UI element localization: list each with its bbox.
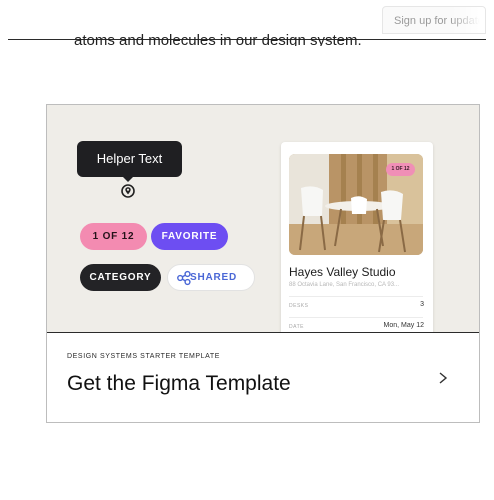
- sign-up-for-updates-button[interactable]: Sign up for updates: [382, 6, 486, 34]
- detail-value-date: Mon, May 12: [383, 322, 424, 329]
- card-divider: [47, 332, 479, 333]
- detail-divider: [289, 296, 423, 297]
- detail-label-date: DATE: [289, 324, 304, 330]
- intro-text-line: atoms and molecules in our design system…: [74, 32, 362, 46]
- template-kicker: DESIGN SYSTEMS STARTER TEMPLATE: [67, 353, 221, 360]
- share-nodes-icon: [177, 270, 191, 286]
- count-chip[interactable]: 1 OF 12: [80, 223, 147, 250]
- favorite-chip[interactable]: FAVORITE: [151, 223, 228, 250]
- listing-photo: 1 OF 12: [289, 154, 423, 255]
- category-chip[interactable]: CATEGORY: [80, 264, 161, 291]
- figma-template-card[interactable]: Helper Text 1 OF 12 FAVORITE CATEGORY SH…: [46, 104, 480, 423]
- component-preview: Helper Text 1 OF 12 FAVORITE CATEGORY SH…: [47, 105, 479, 332]
- template-title[interactable]: Get the Figma Template: [67, 372, 291, 396]
- shared-chip-label: SHARED: [190, 272, 238, 283]
- helper-tooltip: Helper Text: [77, 141, 182, 177]
- map-pin-icon: [121, 184, 135, 198]
- intro-text-tail: atoms and molecules in our design system…: [74, 31, 362, 46]
- listing-title: Hayes Valley Studio: [289, 265, 396, 279]
- listing-card[interactable]: 1 OF 12 Hayes Valley Studio 88 Octavia L…: [281, 142, 433, 332]
- detail-label-desks: DESKS: [289, 303, 309, 309]
- detail-value-desks: 3: [420, 301, 424, 308]
- detail-divider: [289, 317, 423, 318]
- listing-address: 88 Octavia Lane, San Francisco, CA 93...: [289, 282, 400, 288]
- tooltip-pointer: [123, 177, 133, 182]
- shared-chip[interactable]: SHARED: [167, 264, 255, 291]
- listing-count-badge: 1 OF 12: [386, 163, 415, 176]
- chevron-right-icon[interactable]: [436, 370, 450, 386]
